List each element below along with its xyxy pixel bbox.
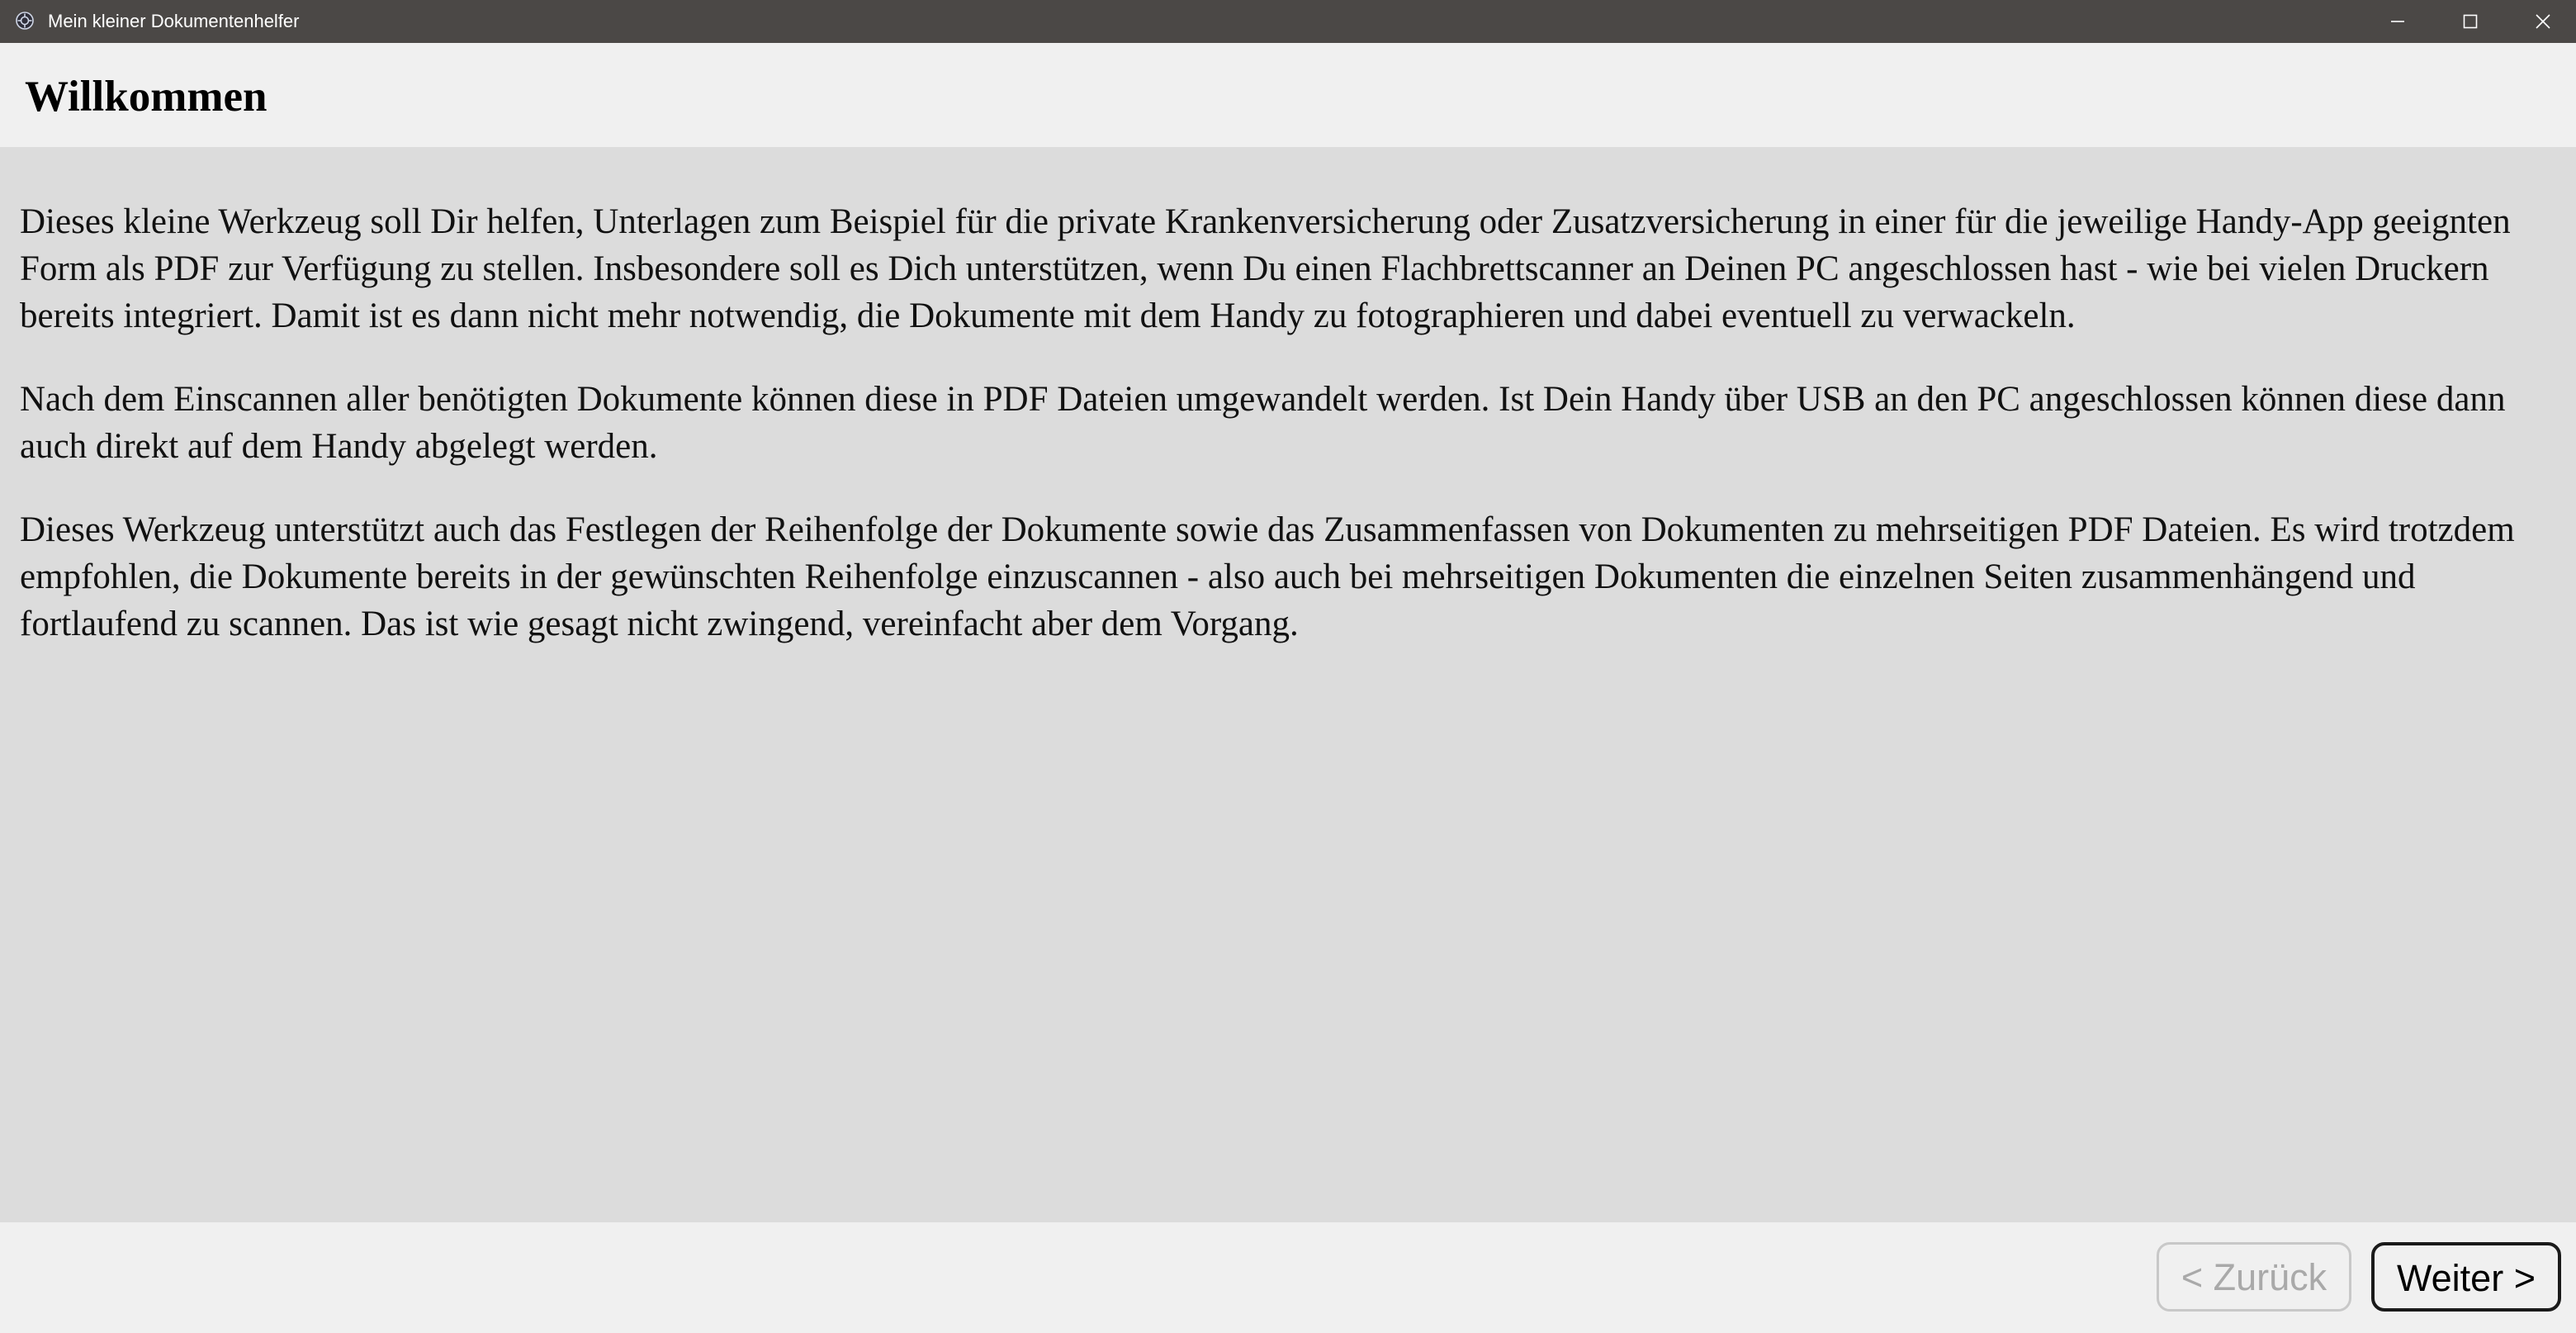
title-bar[interactable]: Mein kleiner Dokumentenhelfer [0,0,2576,43]
maximize-icon [2463,14,2478,29]
intro-paragraph-3: Dieses Werkzeug unterstützt auch das Fes… [20,510,2515,643]
app-window: Mein kleiner Dokumentenhelfer Willkommen… [0,0,2576,1333]
app-gear-icon [15,11,35,31]
minimize-icon [2391,21,2404,22]
page-header: Willkommen [0,43,2576,147]
close-icon [2536,14,2550,29]
maximize-button[interactable] [2437,0,2503,43]
back-button[interactable]: < Zurück [2157,1242,2351,1312]
wizard-footer: < Zurück Weiter > [0,1222,2576,1333]
intro-paragraph-1: Dieses kleine Werkzeug soll Dir helfen, … [20,202,2511,335]
close-button[interactable] [2510,0,2576,43]
window-title: Mein kleiner Dokumentenhelfer [48,11,300,31]
intro-text: Dieses kleine Werkzeug soll Dir helfen, … [20,198,2559,684]
page-title: Willkommen [25,73,268,121]
next-button[interactable]: Weiter > [2371,1242,2561,1312]
intro-paragraph-2: Nach dem Einscannen aller benötigten Dok… [20,380,2506,466]
minimize-button[interactable] [2365,0,2431,43]
content-area: Dieses kleine Werkzeug soll Dir helfen, … [0,147,2576,1222]
